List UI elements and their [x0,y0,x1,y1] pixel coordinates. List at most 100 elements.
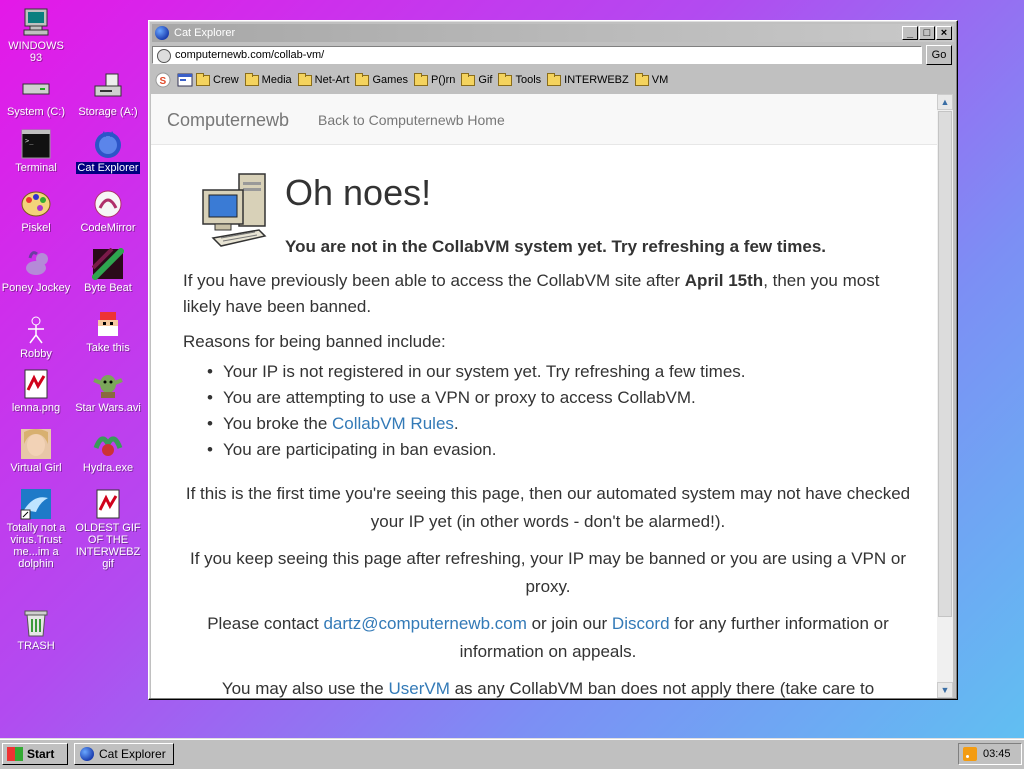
desktop-icon-label: Byte Beat [84,282,132,294]
bookmark-tools[interactable]: Tools [498,72,541,86]
collabvm-rules-link[interactable]: CollabVM Rules [332,414,454,433]
desktop-icon-cat-explorer[interactable]: Cat Explorer [72,128,144,174]
desktop-icon-virtual-girl[interactable]: Virtual Girl [0,428,72,474]
scroll-up-button[interactable]: ▲ [937,94,953,110]
desktop-icon-label: Piskel [21,222,51,234]
computer-illustration-icon [202,173,267,247]
clock: 03:45 [983,748,1011,760]
vertical-scrollbar[interactable]: ▲ ▼ [937,94,953,698]
bookmark-crew[interactable]: Crew [196,72,239,86]
address-text: computernewb.com/collab-vm/ [175,49,325,61]
desktop-icon-label: CodeMirror [80,222,136,234]
folder-icon [297,72,312,86]
desktop-icon-oldest-gif[interactable]: OLDEST GIF OF THE INTERWEBZ gif [72,488,144,570]
cat-explorer-icon [155,26,169,40]
back-home-link[interactable]: Back to Computernewb Home [318,112,505,128]
address-input[interactable]: computernewb.com/collab-vm/ [152,46,922,64]
desktop-icon-storage-a[interactable]: Storage (A:) [72,72,144,118]
desktop-icon-label: Storage (A:) [78,106,138,118]
desktop-icon-label: Star Wars.avi [75,402,141,414]
folder-icon [244,72,259,86]
list-item: You are participating in ban evasion. [207,437,746,463]
close-button[interactable]: × [936,26,952,40]
list-item: You are attempting to use a VPN or proxy… [207,385,746,411]
hydra-icon [92,428,124,460]
bookmark-gif[interactable]: Gif [461,72,492,86]
taskbar-item-cat-explorer[interactable]: Cat Explorer [74,743,174,765]
search-engine-icon[interactable]: S [155,72,171,88]
ban-notice-paragraph: If you have previously been able to acce… [183,271,880,316]
cat-explorer-icon [80,747,94,761]
desktop-icon-label: Totally not a virus.Trust me...im a dolp… [6,522,66,570]
start-button[interactable]: Start [2,743,68,765]
window-title: Cat Explorer [174,27,236,39]
desktop-icon-windows93[interactable]: WINDOWS 93 [0,6,72,64]
folder-icon [355,72,370,86]
desktop-icon-trash[interactable]: TRASH [0,606,72,652]
desktop-icon-hydra[interactable]: Hydra.exe [72,428,144,474]
rss-icon[interactable] [963,747,977,761]
bookmark-porn[interactable]: P()rn [413,72,455,86]
cat-explorer-icon [92,128,124,160]
contact-paragraph: Please contact dartz@computernewb.com or… [207,614,889,661]
keep-seeing-paragraph: If you keep seeing this page after refre… [189,549,906,596]
bookmark-media[interactable]: Media [244,72,292,86]
svg-text:>_: >_ [25,137,34,145]
pixel-character-icon [92,308,124,340]
codemirror-icon [92,188,124,220]
dolphin-icon [20,488,52,520]
desktop-icon-label: lenna.png [11,402,61,414]
desktop-icon-lenna[interactable]: lenna.png [0,368,72,414]
desktop-icon-piskel[interactable]: Piskel [0,188,72,234]
terminal-icon: >_ [20,128,52,160]
bookmark-games[interactable]: Games [355,72,408,86]
desktop-icon-terminal[interactable]: >_ Terminal [0,128,72,174]
uservm-paragraph: You may also use the UserVM as any Colla… [221,679,875,698]
folder-icon [547,72,562,86]
email-link[interactable]: dartz@computernewb.com [323,614,526,633]
stick-figure-icon [20,314,52,346]
scroll-down-button[interactable]: ▼ [937,682,953,698]
date-highlight: April 15th [684,271,764,290]
first-time-paragraph: If this is the first time you're seeing … [185,484,911,531]
bookmark-net-art[interactable]: Net-Art [297,72,349,86]
drive-icon [20,72,52,104]
pony-icon [20,248,52,280]
taskbar: Start Cat Explorer 03:45 [0,738,1024,769]
maximize-button[interactable]: □ [919,26,935,40]
desktop-icon-byte-beat[interactable]: Byte Beat [72,246,144,294]
bookmarks-bar: S Crew Media Net-Art Games P()rn Gif Too… [152,69,954,91]
folder-icon [196,72,210,86]
desktop-icon-label: Virtual Girl [10,462,62,474]
site-brand[interactable]: Computernewb [167,110,289,131]
page-icon [157,49,171,63]
desktop-icon-star-wars[interactable]: Star Wars.avi [72,368,144,414]
folder-icon [498,72,513,86]
face-icon [20,428,52,460]
palette-icon [20,188,52,220]
page-viewport: Computernewb Back to Computernewb Home O… [151,94,937,698]
desktop-icon-robby[interactable]: Robby [0,314,72,360]
window-icon[interactable] [177,72,193,88]
desktop-icon-poney-jockey[interactable]: Poney Jockey [0,248,72,294]
minimize-button[interactable]: _ [902,26,918,40]
yoda-icon [92,368,124,400]
go-button[interactable]: Go [926,45,952,65]
scroll-thumb[interactable] [938,111,952,617]
desktop-icon-system-c[interactable]: System (C:) [0,72,72,118]
desktop-icon-dolphin[interactable]: Totally not a virus.Trust me...im a dolp… [0,488,72,570]
title-bar[interactable]: Cat Explorer _ □ × [152,24,954,42]
desktop-icon-label: Robby [20,348,52,360]
bookmark-interwebz[interactable]: INTERWEBZ [547,72,629,86]
desktop-icon-label: System (C:) [6,106,66,118]
list-item: You broke the CollabVM Rules. [207,411,746,437]
bookmark-vm[interactable]: VM [634,72,668,86]
uservm-link[interactable]: UserVM [388,679,449,698]
folder-icon [413,72,428,86]
discord-link[interactable]: Discord [612,614,670,633]
desktop-icon-codemirror[interactable]: CodeMirror [72,188,144,234]
desktop-icon-take-this[interactable]: Take this [72,308,144,354]
start-logo-icon [7,747,23,761]
desktop-icon-label: Poney Jockey [1,282,71,294]
desktop-icon-label: OLDEST GIF OF THE INTERWEBZ gif [75,522,141,570]
